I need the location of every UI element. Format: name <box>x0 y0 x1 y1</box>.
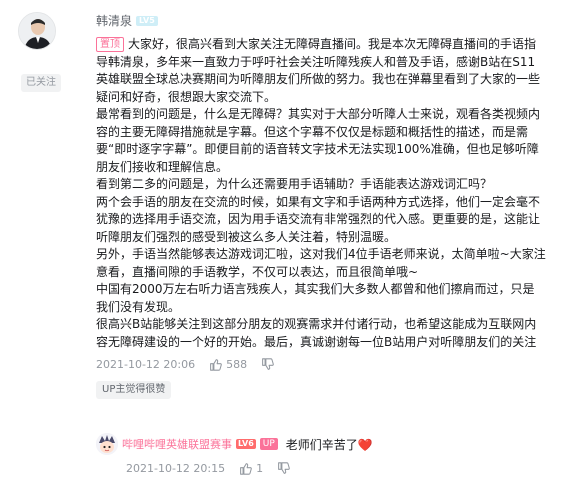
reply-row: 哔哩哔哩英雄联盟赛事 LV6 UP 老师们辛苦了❤️ <box>96 433 373 455</box>
comment-paragraph: 两个会手语的朋友在交流的时候，如果有文字和手语两种方式选择，他们一定会毫不犹豫的… <box>96 194 541 244</box>
reply-avatar[interactable] <box>96 433 118 455</box>
person-avatar-icon <box>19 13 55 49</box>
reply-like-button[interactable]: 1 <box>239 462 263 475</box>
cartoon-avatar-icon <box>96 433 118 455</box>
comment-timestamp: 2021-10-12 20:06 <box>96 358 196 371</box>
thumbs-down-icon <box>262 358 274 370</box>
thumbs-down-icon <box>278 462 290 474</box>
comment-author: 韩清泉 LV5 <box>96 12 158 29</box>
reply-level-badge: LV6 <box>236 439 256 449</box>
comment-paragraph: 中国有2000万左右听力语言残疾人，其实我们大多数人都曾和他们擦肩而过，只是我们… <box>96 282 535 314</box>
comment-paragraph: 另外，手语当然能够表达游戏词汇啦，这对我们4位手语老师来说，太简单啦~大家注意看… <box>96 247 546 279</box>
reply-text: 老师们辛苦了❤️ <box>285 437 373 452</box>
comment-meta: 2021-10-12 20:06 588 <box>96 358 288 371</box>
dislike-button[interactable] <box>261 358 274 371</box>
comment-paragraph: 看到第二多的问题是，为什么还需要用手语辅助？手语能表达游戏词汇吗？ <box>96 177 493 191</box>
commenter-avatar[interactable] <box>18 12 56 50</box>
follow-status-button[interactable]: 已关注 <box>21 74 61 92</box>
heart-emoji-icon: ❤️ <box>357 437 373 452</box>
reply-author-name[interactable]: 哔哩哔哩英雄联盟赛事 <box>122 436 232 452</box>
thumbs-up-icon <box>240 463 252 475</box>
comment-paragraph: 最常看到的问题是，什么是无障碍？其实对于大部分听障人士来说，观看各类视频内容的主… <box>96 107 541 174</box>
thumbs-up-icon <box>210 359 222 371</box>
comment-paragraph: 置顶 大家好，很高兴看到大家关注无障碍直播间。我是本次无障碍直播间的手语指导韩清泉… <box>96 37 541 104</box>
up-tag: UP <box>259 438 278 450</box>
author-name[interactable]: 韩清泉 <box>96 12 132 29</box>
pinned-badge: 置顶 <box>96 37 124 52</box>
reply-meta: 2021-10-12 20:15 1 <box>126 462 304 475</box>
reply-dislike-button[interactable] <box>277 462 290 475</box>
level-badge: LV5 <box>136 15 158 26</box>
like-button[interactable]: 588 <box>209 358 247 371</box>
up-liked-badge: UP主觉得很赞 <box>96 381 172 399</box>
reply-like-count: 1 <box>256 462 264 475</box>
reply-timestamp: 2021-10-12 20:15 <box>126 462 226 475</box>
comment-paragraph: 很高兴B站能够关注到这部分朋友的观赛需求并付诸行动，也希望这能成为互联网内容无障… <box>96 317 537 349</box>
comment-body: 置顶 大家好，很高兴看到大家关注无障碍直播间。我是本次无障碍直播间的手语指导韩清泉… <box>96 36 546 351</box>
like-count: 588 <box>226 358 248 371</box>
